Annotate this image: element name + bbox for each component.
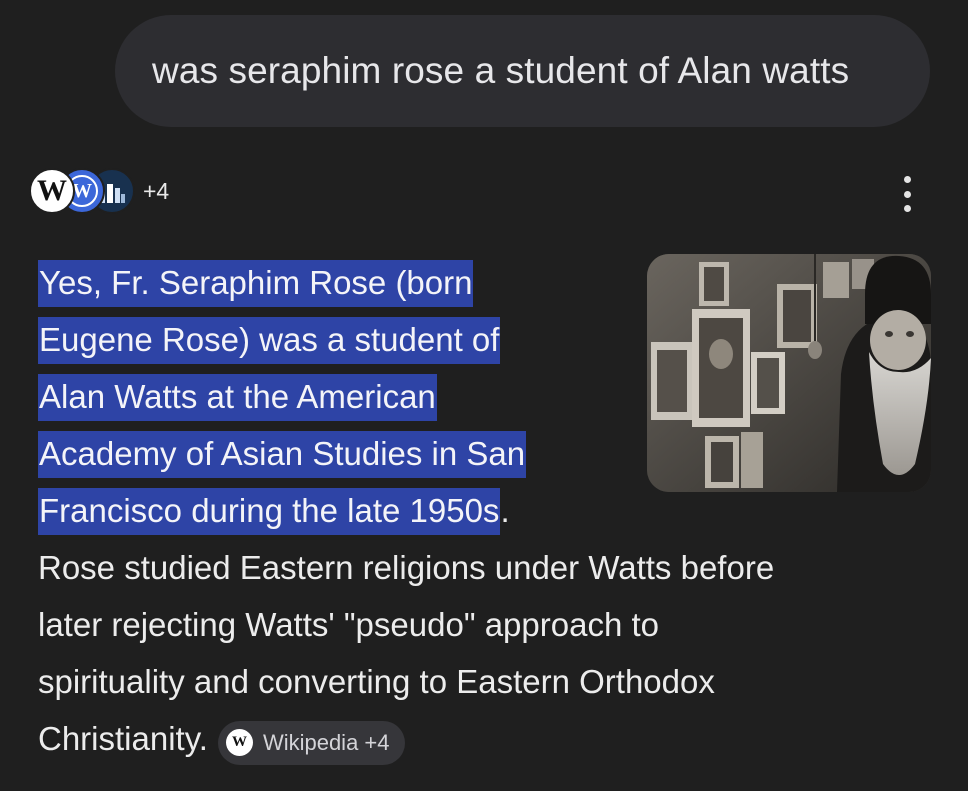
highlighted-line: Academy of Asian Studies in San — [38, 431, 527, 478]
query-text: was seraphim rose a student of Alan watt… — [152, 50, 850, 91]
highlighted-line: Eugene Rose) was a student of — [38, 317, 501, 364]
body-line-last: Christianity. W Wikipedia +4 — [38, 710, 928, 767]
highlighted-line: Alan Watts at the American — [38, 374, 437, 421]
highlighted-line: Yes, Fr. Seraphim Rose (born — [38, 260, 474, 307]
sources-row[interactable]: W W +4 — [29, 166, 169, 216]
citation-chip-label: Wikipedia +4 — [262, 729, 390, 755]
monk-photo[interactable] — [647, 254, 931, 492]
more-options-icon[interactable] — [895, 176, 919, 212]
sources-more-count: +4 — [143, 177, 170, 204]
citation-chip[interactable]: W Wikipedia +4 — [217, 720, 405, 765]
body-line: Christianity. — [38, 720, 208, 757]
body-line: later rejecting Watts' "pseudo" approach… — [38, 606, 660, 643]
wikipedia-icon: W — [29, 168, 75, 214]
chip-icon-glyph: W — [231, 734, 247, 750]
wordpress-glyph: W — [72, 179, 92, 202]
body-line: spirituality and converting to Eastern O… — [38, 663, 715, 700]
body-line: Rose studied Eastern religions under Wat… — [38, 549, 775, 586]
wikipedia-icon: W — [225, 729, 253, 756]
query-bubble: was seraphim rose a student of Alan watt… — [115, 15, 930, 127]
highlighted-line: Francisco during the late 1950s — [38, 488, 501, 535]
highlight-end-punct: . — [500, 492, 510, 529]
wikipedia-glyph: W — [37, 174, 67, 207]
